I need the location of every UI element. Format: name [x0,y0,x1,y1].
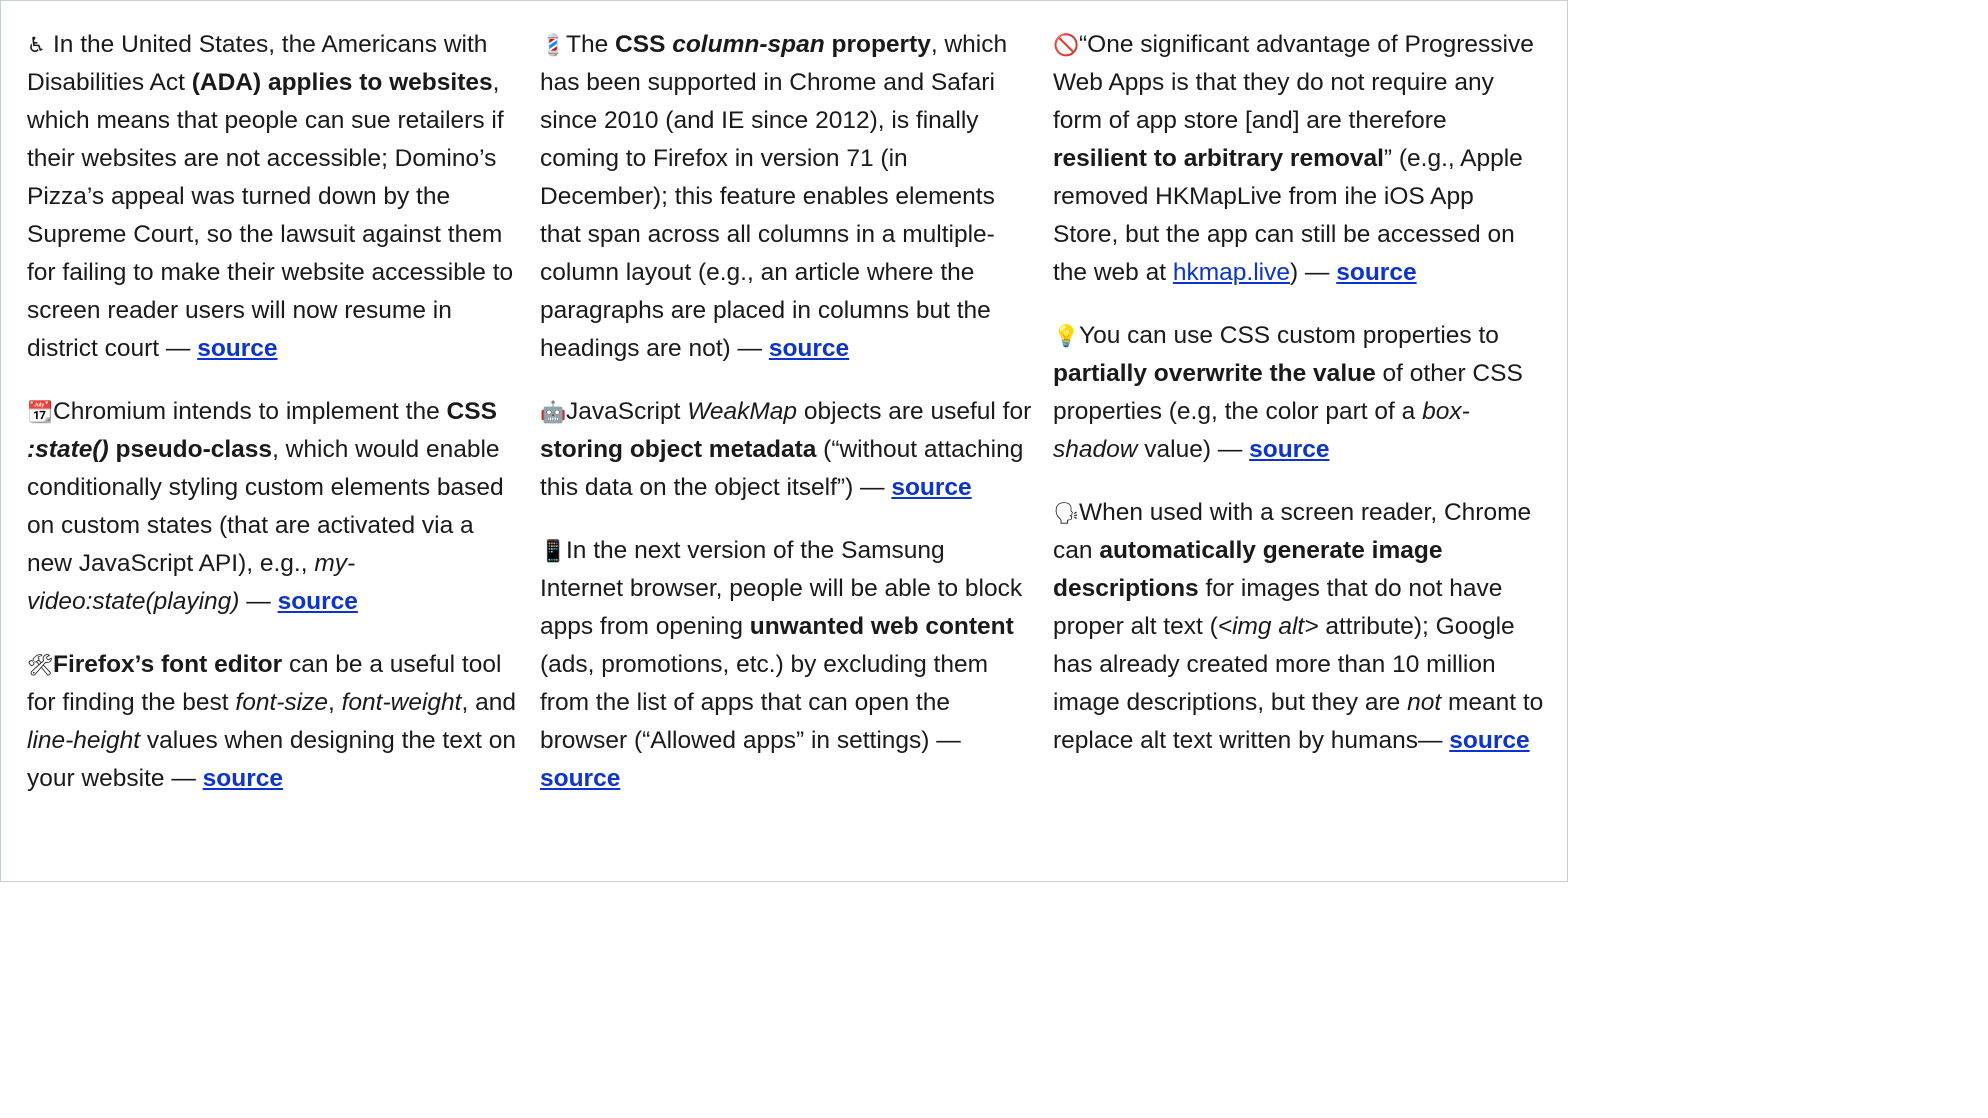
news-item-ada: ♿ In the United States, the Americans wit… [27,26,519,368]
news-item-css-state: 📆Chromium intends to implement the CSS :… [27,393,519,621]
tools-icon: 🛠 [27,653,54,677]
source-link[interactable]: source [1449,727,1529,754]
speaking-head-icon: 🗣 [1053,501,1080,525]
news-item-pwa: 🚫“One significant advantage of Progressi… [1053,26,1545,292]
source-link[interactable]: source [540,765,620,792]
news-item-custom-properties: 💡You can use CSS custom properties to pa… [1053,317,1545,469]
column-1: ♿ In the United States, the Americans wit… [27,26,519,823]
column-3: 🚫“One significant advantage of Progressi… [1053,26,1545,785]
source-link[interactable]: source [278,588,358,615]
hkmap-link[interactable]: hkmap.live [1173,259,1290,286]
news-item-column-span: 💈The CSS column-span property, which has… [540,26,1032,368]
wheelchair-icon: ♿ [27,33,46,57]
source-link[interactable]: source [769,335,849,362]
news-item-samsung: 📱In the next version of the Samsung Inte… [540,532,1032,798]
prohibited-icon: 🚫 [1053,33,1080,57]
mobile-phone-icon: 📱 [540,539,567,563]
source-link[interactable]: source [1336,259,1416,286]
news-item-font-editor: 🛠Firefox’s font editor can be a useful t… [27,646,519,798]
news-item-weakmap: 🤖JavaScript WeakMap objects are useful f… [540,393,1032,507]
news-item-image-descriptions: 🗣When used with a screen reader, Chrome … [1053,494,1545,760]
column-2: 💈The CSS column-span property, which has… [540,26,1032,823]
source-link[interactable]: source [197,335,277,362]
source-link[interactable]: source [891,474,971,501]
source-link[interactable]: source [203,765,283,792]
robot-icon: 🤖 [540,400,567,424]
light-bulb-icon: 💡 [1053,324,1080,348]
calendar-icon: 📆 [27,400,54,424]
source-link[interactable]: source [1249,436,1329,463]
barber-pole-icon: 💈 [540,33,567,57]
